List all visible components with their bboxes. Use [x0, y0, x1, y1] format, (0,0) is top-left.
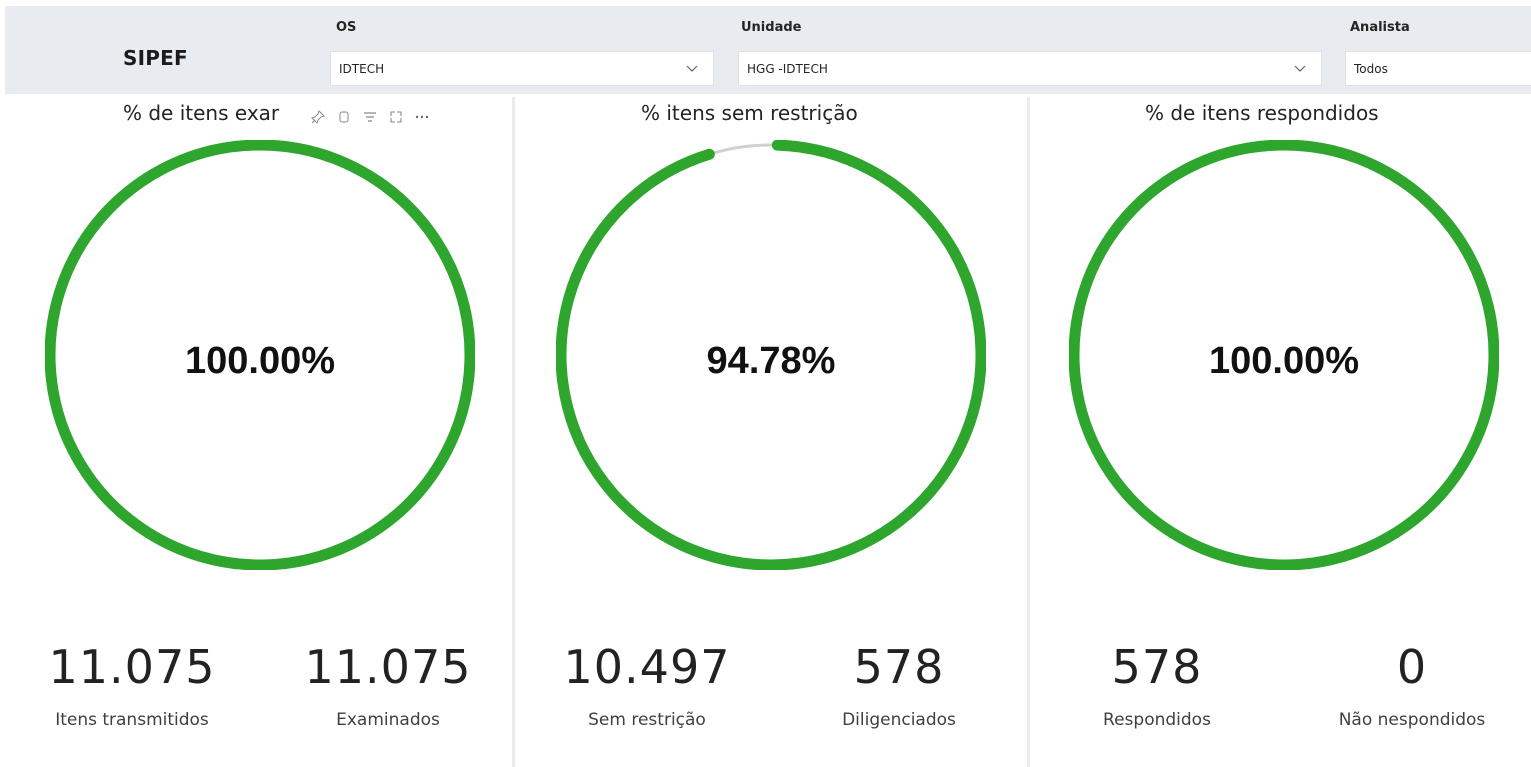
- gauge-value: 100.00%: [184, 340, 335, 382]
- analista-filter-value: Todos: [1354, 62, 1388, 76]
- kpi-nao-respondidos-value: 0: [1396, 640, 1428, 694]
- card-title-examinados: % de itens exar: [123, 101, 280, 125]
- os-filter-label: OS: [336, 20, 357, 35]
- filter-icon[interactable]: [362, 109, 378, 125]
- panel-divider: [1027, 97, 1030, 767]
- kpi-respondidos-label: Respondidos: [1103, 710, 1211, 730]
- kpi-examinados-value: 11.075: [304, 640, 472, 694]
- kpi-sem-restricao-value: 10.497: [563, 640, 731, 694]
- chevron-down-icon[interactable]: [1293, 61, 1307, 75]
- analista-filter-label: Analista: [1350, 20, 1410, 35]
- visual-header: [310, 104, 510, 130]
- card-title-respondidos: % de itens respondidos: [1145, 101, 1379, 125]
- unidade-filter-value: HGG -IDTECH: [747, 62, 828, 76]
- more-options-icon[interactable]: [414, 109, 430, 125]
- os-filter-value: IDTECH: [339, 62, 385, 76]
- kpi-respondidos-value: 578: [1111, 640, 1203, 694]
- kpi-itens-transmitidos-label: Itens transmitidos: [55, 710, 209, 730]
- gauge-value: 94.78%: [706, 340, 836, 382]
- filter-bar: SIPEF OS IDTECH Unidade HGG -IDTECH Anal…: [5, 6, 1531, 94]
- kpi-examinados-label: Examinados: [336, 710, 440, 730]
- kpi-itens-transmitidos-value: 11.075: [48, 640, 216, 694]
- unidade-filter-label: Unidade: [741, 20, 802, 35]
- copy-icon[interactable]: [336, 109, 352, 125]
- pin-icon[interactable]: [310, 109, 326, 125]
- kpi-sem-restricao-label: Sem restrição: [588, 710, 706, 730]
- os-filter-dropdown[interactable]: IDTECH: [330, 51, 714, 86]
- analista-filter-dropdown[interactable]: Todos: [1345, 51, 1531, 86]
- chevron-down-icon[interactable]: [685, 61, 699, 75]
- focus-mode-icon[interactable]: [388, 109, 404, 125]
- panel-divider: [512, 97, 515, 767]
- kpi-nao-respondidos-label: Não nespondidos: [1338, 710, 1486, 730]
- gauge-value: 100.00%: [1208, 340, 1359, 382]
- kpi-diligenciados-value: 578: [853, 640, 945, 694]
- card-title-sem-restricao: % itens sem restrição: [641, 101, 858, 125]
- report-title: SIPEF: [123, 46, 188, 70]
- kpi-diligenciados-label: Diligenciados: [842, 710, 956, 730]
- unidade-filter-dropdown[interactable]: HGG -IDTECH: [738, 51, 1322, 86]
